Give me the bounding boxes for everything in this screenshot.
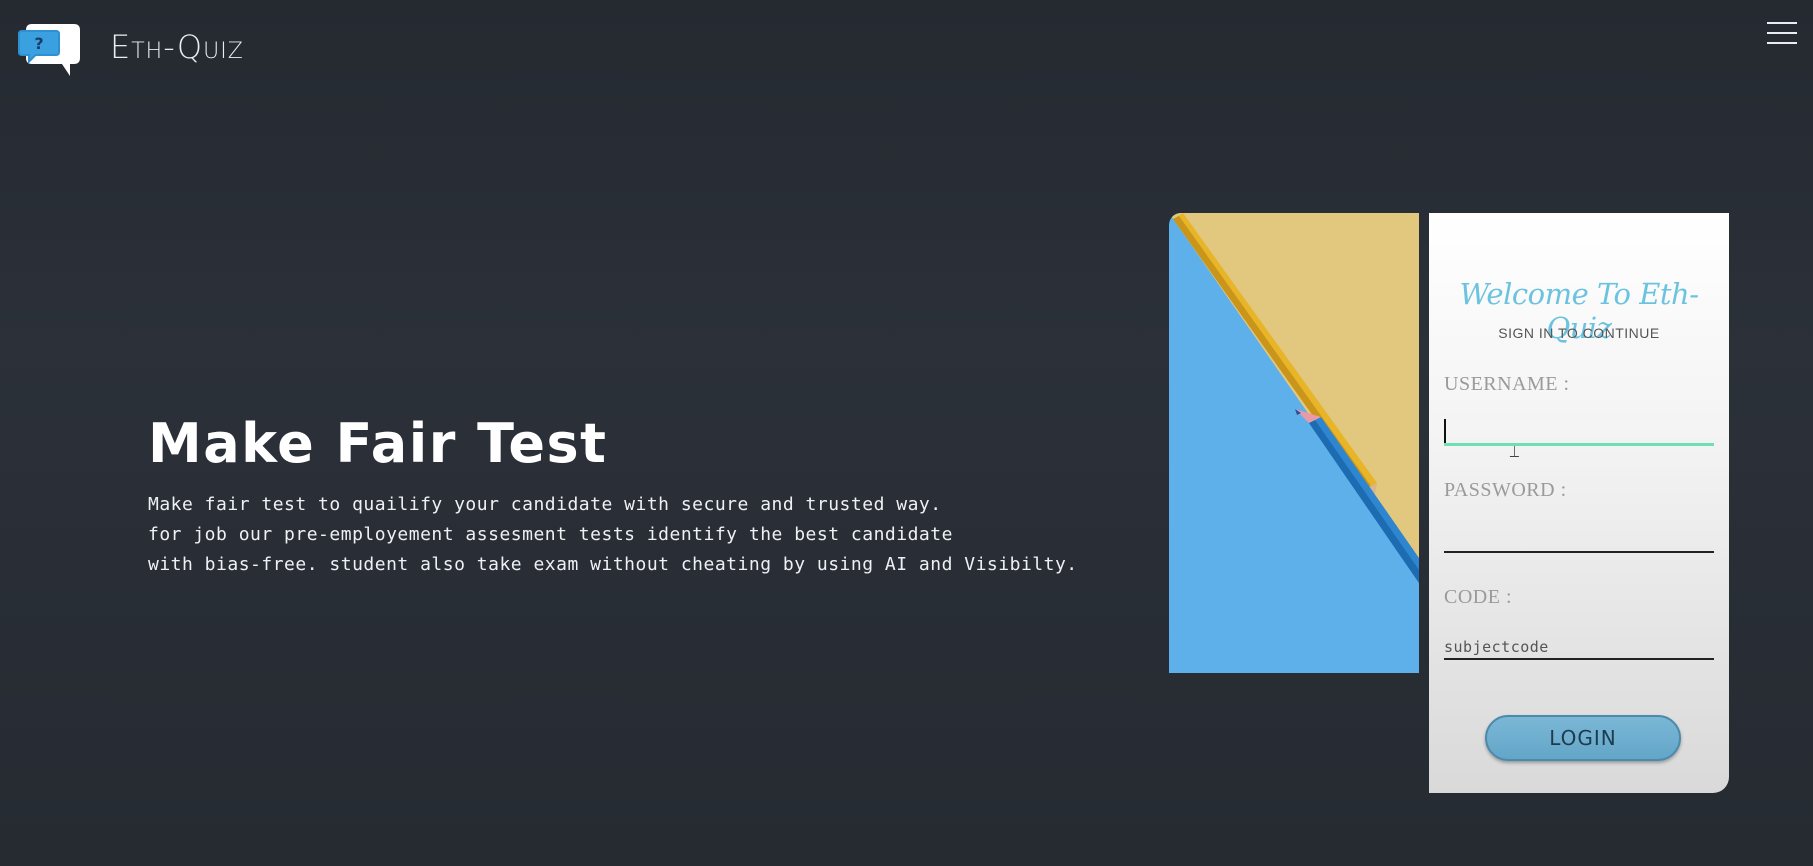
code-underline [1444,658,1714,660]
hero-line: with bias-free. student also take exam w… [148,554,1078,575]
code-input[interactable]: subjectcode [1444,638,1549,656]
password-label: PASSWORD : [1444,479,1567,501]
username-underline [1444,443,1714,446]
code-label: CODE : [1444,586,1512,608]
chat-question-logo-icon[interactable]: ? [18,18,80,80]
password-input[interactable] [1444,519,1714,551]
username-label: USERNAME : [1444,373,1570,395]
login-button[interactable]: LOGIN [1485,715,1681,761]
hero-title: Make Fair Test [148,412,608,475]
hero-line: for job our pre-employement assesment te… [148,524,953,545]
username-input[interactable] [1444,413,1714,445]
hero-line: Make fair test to quailify your candidat… [148,494,942,515]
hamburger-icon[interactable] [1767,22,1797,46]
svg-text:?: ? [34,34,43,53]
login-card: Welcome To Eth-Quiz SIGN IN TO CONTINUE … [1429,213,1729,793]
sign-in-subtitle: SIGN IN TO CONTINUE [1498,325,1660,341]
text-caret [1444,419,1446,445]
password-underline [1444,551,1714,553]
brand-name[interactable]: Eth-Quiz [110,28,244,66]
pencils-image [1169,213,1419,673]
hero-description: Make fair test to quailify your candidat… [148,490,1088,580]
